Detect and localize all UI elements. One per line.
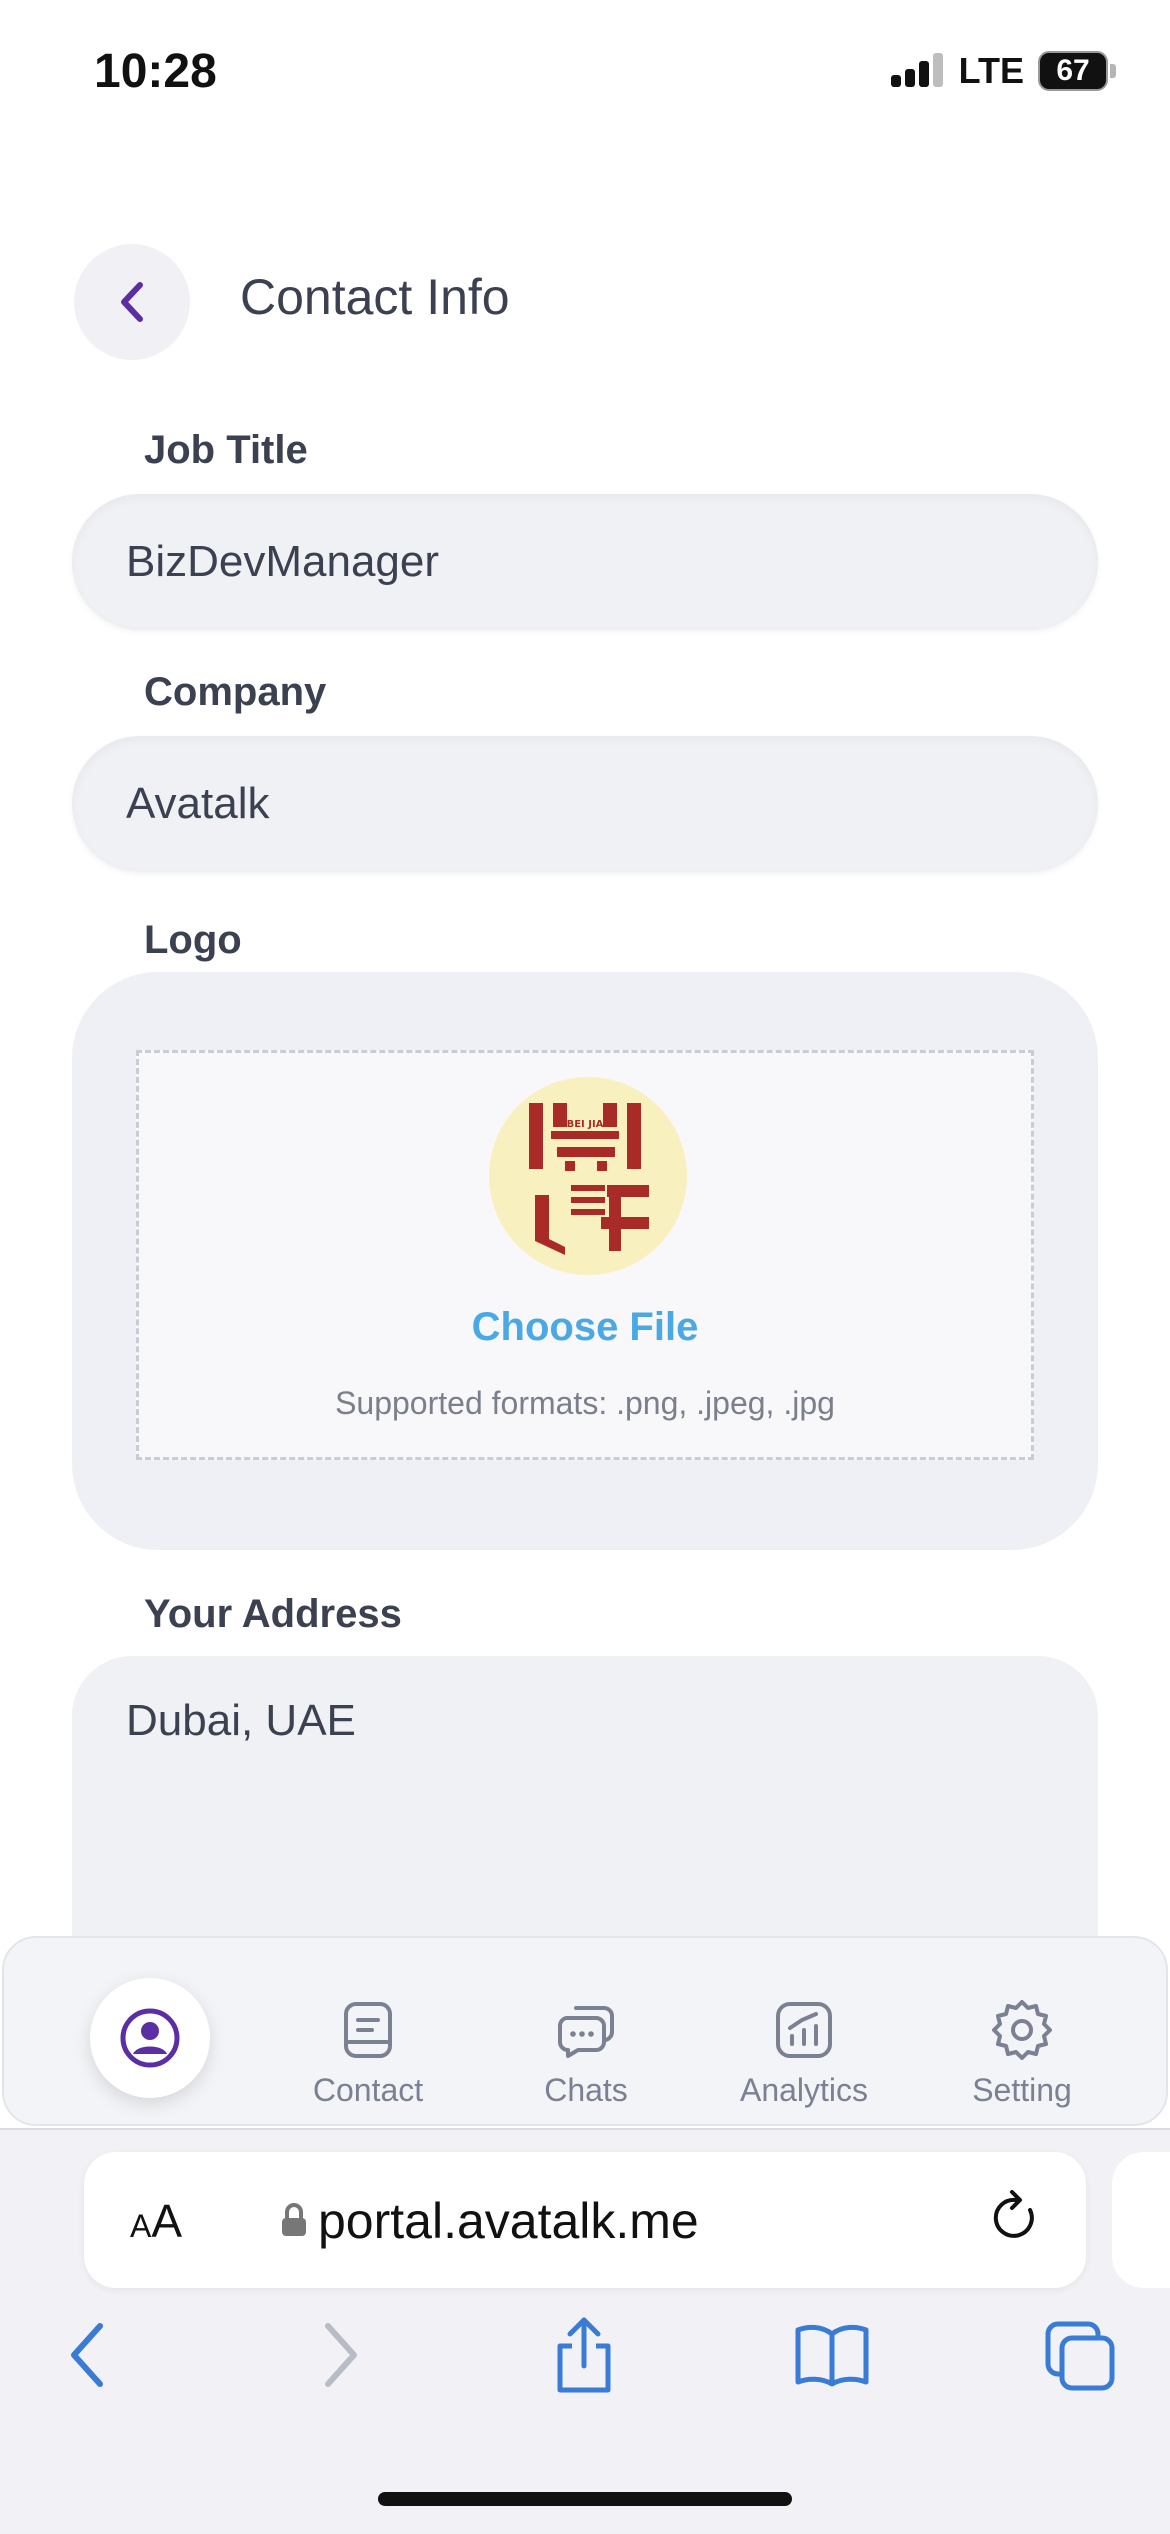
logo-text: BEI JIA	[567, 1119, 604, 1130]
choose-file-link[interactable]: Choose File	[139, 1305, 1031, 1350]
lock-icon	[282, 2203, 306, 2236]
address-textarea[interactable]: Dubai, UAE	[72, 1656, 1098, 1956]
reload-icon[interactable]	[990, 2190, 1042, 2246]
supported-formats-text: Supported formats: .png, .jpeg, .jpg	[335, 1385, 835, 1421]
nav-label-analytics: Analytics	[739, 2072, 869, 2108]
company-value: Avatalk	[126, 779, 270, 828]
profile-icon	[120, 2008, 180, 2068]
nav-item-contact[interactable]: Contact	[268, 1998, 468, 2109]
logo-card: BEI JIA Choose File Supported formats: .…	[72, 972, 1098, 1550]
nav-label-chats: Chats	[544, 2072, 628, 2108]
status-time: 10:28	[94, 45, 217, 98]
tabs-icon[interactable]	[1044, 2320, 1116, 2392]
nav-label-setting: Setting	[972, 2072, 1072, 2108]
back-button[interactable]	[74, 244, 190, 360]
signal-strength-icon	[890, 53, 943, 87]
nav-item-setting[interactable]: Setting	[922, 1998, 1122, 2109]
address-value: Dubai, UAE	[126, 1696, 356, 1745]
bookmarks-icon[interactable]	[794, 2320, 870, 2390]
next-tab-preview[interactable]	[1112, 2152, 1170, 2288]
back-arrow-icon[interactable]	[66, 2320, 110, 2390]
network-type: LTE	[958, 50, 1024, 91]
profile-tab-button[interactable]	[90, 1978, 210, 2098]
company-label: Company	[144, 670, 327, 714]
share-icon[interactable]	[552, 2316, 616, 2396]
job-title-input[interactable]: BizDevManager	[72, 494, 1098, 630]
home-indicator	[378, 2492, 792, 2506]
nav-item-analytics[interactable]: Analytics	[704, 1998, 904, 2109]
status-indicators: LTE 67	[890, 50, 1116, 92]
nav-item-chats[interactable]: Chats	[486, 1998, 686, 2109]
analytics-chart-icon	[776, 2002, 832, 2058]
battery-level: 67	[1038, 51, 1108, 91]
logo-upload-area[interactable]: BEI JIA Choose File Supported formats: .…	[136, 1050, 1034, 1460]
chevron-left-icon	[121, 282, 143, 322]
bottom-nav: Contact Chats Analytics Setting	[2, 1936, 1168, 2126]
page-title: Contact Info	[240, 269, 510, 325]
address-bar[interactable]: AA portal.avatalk.me	[84, 2152, 1086, 2288]
contact-book-icon	[344, 2002, 392, 2058]
chat-bubbles-icon	[558, 2006, 614, 2058]
company-input[interactable]: Avatalk	[72, 736, 1098, 872]
gear-icon	[992, 2000, 1052, 2060]
forward-arrow-icon[interactable]	[318, 2320, 362, 2390]
nav-label-contact: Contact	[312, 2072, 424, 2108]
company-logo-image: BEI JIA	[529, 1103, 649, 1255]
job-title-label: Job Title	[144, 428, 308, 472]
battery-icon: 67	[1038, 51, 1116, 91]
job-title-value: BizDevManager	[126, 537, 440, 586]
reader-text-size-button[interactable]: AA	[130, 2194, 182, 2248]
url-text: portal.avatalk.me	[318, 2193, 699, 2249]
address-label: Your Address	[144, 1592, 402, 1636]
logo-preview: BEI JIA	[489, 1077, 687, 1275]
logo-label: Logo	[144, 918, 242, 962]
